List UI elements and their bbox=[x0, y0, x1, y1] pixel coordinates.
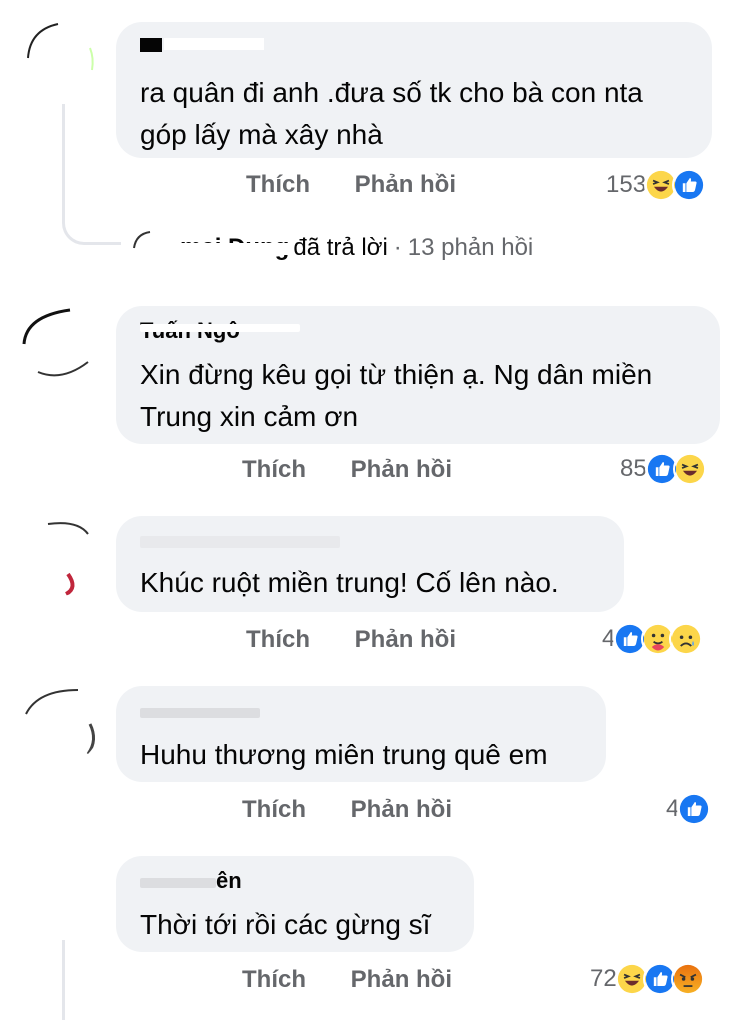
like-icon bbox=[677, 792, 712, 826]
comment-text: Trung xin cảm ơn bbox=[140, 401, 359, 432]
comment-text: Khúc ruột miền trung! Cố lên nào. bbox=[140, 567, 559, 598]
angry-icon bbox=[670, 962, 705, 996]
comment-bubble: Huhu thương miên trung quê em bbox=[116, 686, 606, 782]
avatar[interactable] bbox=[18, 684, 100, 766]
comment-bubble: ên Thời tới rồi các gừng sĩ bbox=[116, 856, 474, 952]
reply-button[interactable]: Phản hồi bbox=[355, 626, 456, 653]
reply-button[interactable]: Phản hồi bbox=[351, 966, 452, 993]
like-button[interactable]: Thích bbox=[242, 456, 306, 483]
comment-text: Huhu thương miên trung quê em bbox=[140, 739, 548, 770]
reaction-summary[interactable]: 72 bbox=[590, 962, 705, 996]
comment-actions: Thích Phản hồi bbox=[242, 966, 452, 994]
comment-text: Xin đừng kêu gọi từ thiện ạ. Ng dân miền bbox=[140, 359, 653, 390]
reply-button[interactable]: Phản hồi bbox=[351, 456, 452, 483]
reply-button[interactable]: Phản hồi bbox=[355, 171, 456, 198]
commenter-name[interactable] bbox=[140, 34, 270, 60]
reaction-summary[interactable]: 4 bbox=[602, 622, 704, 656]
replier-name[interactable]: mai Dung bbox=[180, 234, 290, 262]
reaction-count: 72 bbox=[590, 965, 617, 992]
like-button[interactable]: Thích bbox=[246, 171, 310, 198]
reply-avatar bbox=[128, 226, 172, 270]
avatar[interactable] bbox=[18, 18, 100, 100]
comment-actions: Thích Phản hồi bbox=[242, 456, 452, 484]
reaction-summary[interactable]: 85 bbox=[620, 452, 707, 486]
name-redaction bbox=[140, 878, 216, 888]
like-button[interactable]: Thích bbox=[242, 796, 306, 823]
separator-dot: · bbox=[393, 234, 402, 261]
comment-actions: Thích Phản hồi bbox=[246, 626, 456, 654]
comment-actions: Thích Phản hồi bbox=[246, 171, 456, 199]
haha-icon bbox=[672, 452, 707, 486]
reaction-summary[interactable]: 153 bbox=[606, 168, 707, 202]
comment-bubble: Tuấn Ngô Xin đừng kêu gọi từ thiện ạ. Ng… bbox=[116, 306, 720, 444]
avatar[interactable] bbox=[18, 302, 100, 384]
name-redaction bbox=[140, 708, 260, 718]
comment-bubble: ra quân đi anh .đưa số tk cho bà con nta… bbox=[116, 22, 712, 158]
like-icon bbox=[672, 168, 707, 202]
avatar[interactable] bbox=[18, 514, 100, 596]
thread-connector bbox=[62, 180, 121, 245]
name-redaction bbox=[140, 536, 340, 548]
like-button[interactable]: Thích bbox=[246, 626, 310, 653]
sad-icon bbox=[669, 622, 704, 656]
comment-bubble: Khúc ruột miền trung! Cố lên nào. bbox=[116, 516, 624, 612]
reply-action-text: đã trả lời bbox=[293, 234, 388, 261]
comment-actions: Thích Phản hồi bbox=[242, 796, 452, 824]
name-redaction bbox=[140, 324, 300, 332]
comment-text: ra quân đi anh .đưa số tk cho bà con nta bbox=[140, 77, 643, 108]
reaction-count: 153 bbox=[606, 171, 647, 198]
comment-text: góp lấy mà xây nhà bbox=[140, 119, 383, 150]
commenter-name[interactable]: ên bbox=[216, 868, 242, 894]
like-button[interactable]: Thích bbox=[242, 966, 306, 993]
thread-line bbox=[62, 940, 65, 1020]
reply-count: 13 phản hồi bbox=[407, 234, 534, 261]
reply-button[interactable]: Phản hồi bbox=[351, 796, 452, 823]
reaction-summary[interactable]: 4 bbox=[666, 792, 712, 826]
reply-summary[interactable]: mai Dung đã trả lời · 13 phản hồi bbox=[128, 226, 533, 270]
reaction-count: 85 bbox=[620, 455, 647, 482]
comment-text: Thời tới rồi các gừng sĩ bbox=[140, 909, 431, 940]
